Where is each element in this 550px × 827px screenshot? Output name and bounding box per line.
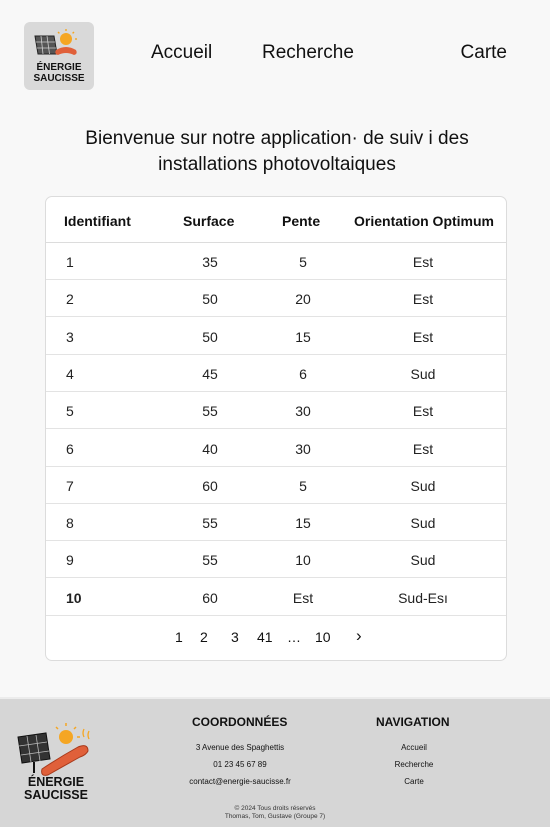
cell-identifiant: 1 [66, 254, 74, 270]
page-1-link[interactable]: 1 [175, 629, 183, 645]
footer-navigation-title: NAVIGATION [376, 715, 450, 729]
table-row[interactable]: 3 50 15 Est [46, 318, 506, 355]
cell-surface: 50 [202, 328, 218, 345]
column-header-orientation[interactable]: Orientation Optimum [354, 213, 494, 229]
cell-orientation: Sud [410, 365, 436, 382]
footer: ÉNERGIE SAUCISSE COORDONNÉES 3 Avenue des… [0, 697, 550, 827]
cell-identifiant: 7 [66, 477, 74, 494]
cell-pente: 15 [295, 328, 311, 345]
footer-nav-recherche-link[interactable]: Recherche [370, 760, 458, 769]
footer-coordonnees-title: COORDONNÉES [192, 715, 288, 729]
cell-identifiant: 8 [66, 515, 74, 532]
footer-nav-accueil-link[interactable]: Accueil [370, 743, 458, 752]
table-row[interactable]: 5 55 30 Est [46, 392, 506, 430]
cell-surface: 60 [202, 589, 218, 606]
logo-text: ÉNERGIE SAUCISSE [33, 62, 85, 84]
footer-email[interactable]: contact@energie-saucisse.fr [168, 777, 312, 786]
header: ÉNERGIE SAUCISSE Accueil Recherche Carte [0, 0, 550, 105]
page-10-link[interactable]: 10 [315, 629, 331, 645]
cell-identifiant: 4 [66, 365, 74, 382]
solar-panel-icon [34, 29, 77, 55]
table-row[interactable]: 2 50 20 Est [46, 280, 506, 318]
cell-pente: 20 [295, 291, 311, 308]
cell-identifiant: 2 [66, 291, 74, 308]
cell-orientation: Sud [410, 515, 436, 532]
table-row[interactable]: 4 45 6 Sud [46, 355, 506, 392]
copyright-line: © 2024 Tous droits réservés [234, 805, 316, 812]
column-header-surface[interactable]: Surface [183, 213, 234, 229]
welcome-heading: Bienvenue sur notre application· de suiv… [40, 126, 514, 178]
cell-identifiant: 10 [66, 589, 82, 606]
table-row[interactable]: 8 55 15 Sud [46, 504, 506, 542]
cell-surface: 50 [202, 291, 218, 308]
footer-logo-text: ÉNERGIE SAUCISSE [24, 775, 88, 802]
table-row[interactable]: 10 60 Est Sud-Esı [46, 579, 506, 616]
welcome-line-1: Bienvenue sur notre application· de suiv… [85, 128, 469, 149]
cell-identifiant: 9 [66, 552, 74, 569]
cell-pente: 10 [295, 552, 311, 569]
cell-orientation: Sud-Esı [398, 589, 448, 606]
table-row[interactable]: 6 40 30 Est [46, 430, 506, 467]
installations-table: Identifiant Surface Pente Orientation Op… [45, 196, 507, 661]
table-row[interactable]: 7 60 5 Sud [46, 467, 506, 504]
cell-pente: 6 [299, 365, 307, 382]
table-header: Identifiant Surface Pente Orientation Op… [46, 197, 506, 243]
cell-orientation: Est [412, 440, 434, 457]
cell-identifiant: 3 [66, 328, 74, 345]
pagination: 1 2 3 41 … 10 › [46, 617, 506, 657]
cell-pente: 5 [299, 477, 307, 494]
nav-accueil-link[interactable]: Accueil [151, 42, 212, 64]
page-ellipsis: … [287, 629, 301, 645]
cell-orientation: Est [412, 403, 434, 420]
cell-identifiant: 6 [66, 440, 74, 457]
cell-surface: 55 [202, 552, 218, 569]
welcome-line-2: installations photovoltaiques [158, 154, 396, 175]
cell-surface: 45 [202, 365, 218, 382]
energie-saucisse-logo-icon [17, 723, 90, 776]
nav-carte-link[interactable]: Carte [461, 42, 507, 64]
cell-identifiant: 5 [66, 403, 74, 420]
page-3-link[interactable]: 3 [231, 629, 239, 645]
table-row[interactable]: 9 55 10 Sud [46, 541, 506, 579]
next-page-icon[interactable]: › [356, 626, 362, 646]
logo[interactable]: ÉNERGIE SAUCISSE [24, 22, 94, 90]
page-41-link[interactable]: 41 [257, 629, 273, 645]
cell-surface: 40 [202, 440, 218, 457]
footer-address: 3 Avenue des Spaghettis [195, 743, 285, 752]
cell-orientation: Est [412, 254, 434, 270]
cell-orientation: Sud [410, 552, 436, 569]
nav-recherche-link[interactable]: Recherche [262, 42, 354, 64]
authors-line: Thomas, Tom, Gustave (Groupe 7) [224, 813, 326, 820]
page-2-link[interactable]: 2 [200, 629, 208, 645]
cell-pente: 5 [299, 254, 307, 270]
footer-phone[interactable]: 01 23 45 67 89 [168, 760, 312, 769]
cell-pente: 30 [295, 403, 311, 420]
cell-surface: 35 [202, 254, 218, 270]
copyright: © 2024 Tous droits réservés Thomas, Tom,… [170, 805, 380, 821]
cell-surface: 55 [202, 403, 218, 420]
cell-pente: Est [292, 589, 314, 606]
cell-surface: 55 [202, 515, 218, 532]
cell-orientation: Est [412, 328, 434, 345]
column-header-identifiant[interactable]: Identifiant [64, 213, 131, 229]
cell-surface: 60 [202, 477, 218, 494]
cell-orientation: Sud [410, 477, 436, 494]
column-header-pente[interactable]: Pente [282, 213, 320, 229]
cell-pente: 15 [295, 515, 311, 532]
footer-nav-carte-link[interactable]: Carte [370, 777, 458, 786]
cell-pente: 30 [295, 440, 311, 457]
table-row[interactable]: 1 35 5 Est [46, 243, 506, 280]
cell-orientation: Est [412, 291, 434, 308]
